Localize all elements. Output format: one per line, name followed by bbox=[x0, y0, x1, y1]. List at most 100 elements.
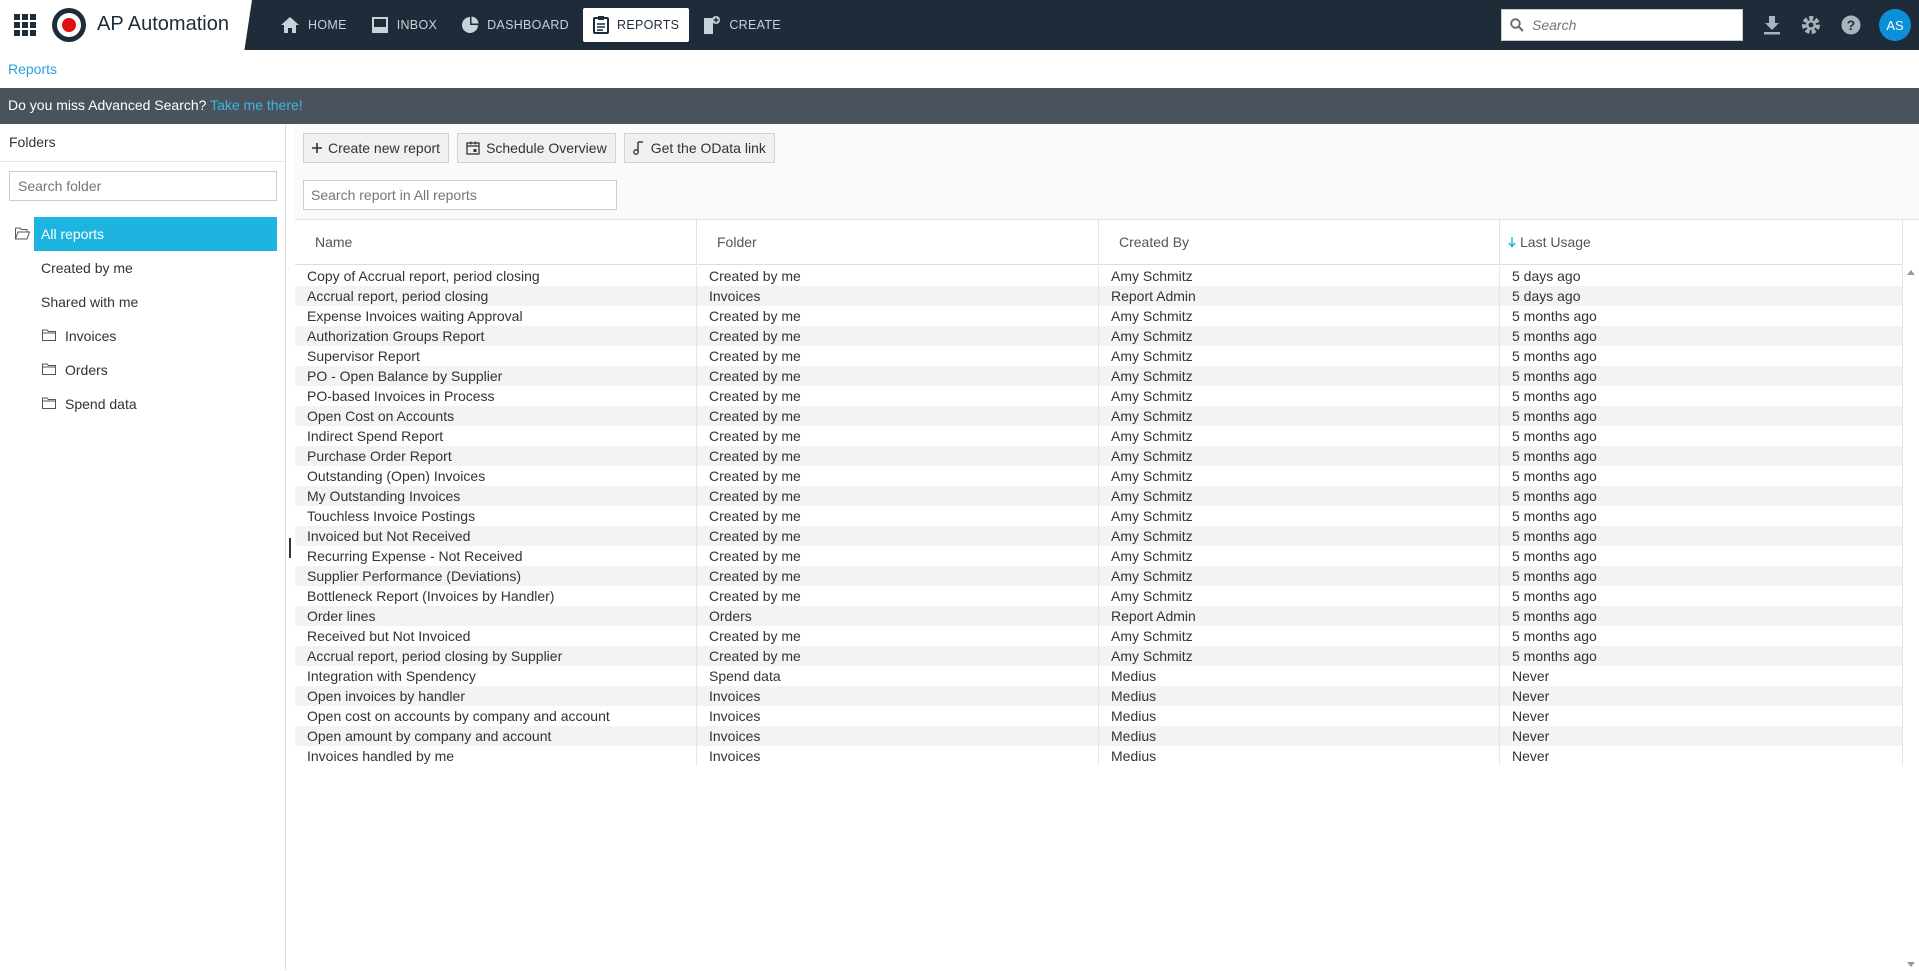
table-cell: Bottleneck Report (Invoices by Handler) bbox=[295, 586, 697, 606]
table-row[interactable]: Integration with Spendency Spend data Medi… bbox=[295, 666, 1903, 686]
table-cell: Supervisor Report bbox=[295, 346, 697, 366]
table-cell: Amy Schmitz bbox=[1099, 466, 1500, 486]
nav-inbox[interactable]: INBOX bbox=[361, 8, 447, 42]
nav-home[interactable]: HOME bbox=[270, 8, 357, 42]
scroll-up-icon[interactable] bbox=[1907, 270, 1915, 275]
table-row[interactable]: Purchase Order Report Created by me Amy Sc… bbox=[295, 446, 1903, 466]
table-row[interactable]: Received but Not Invoiced Created by me Am… bbox=[295, 626, 1903, 646]
global-search-input[interactable] bbox=[1532, 17, 1732, 33]
table-cell: Orders bbox=[697, 606, 1099, 626]
table-row[interactable]: Open invoices by handler Invoices Medius Ne… bbox=[295, 686, 1903, 706]
table-row[interactable]: Open cost on accounts by company and acc… bbox=[295, 706, 1903, 726]
table-cell: 5 days ago bbox=[1500, 266, 1903, 286]
table-row[interactable]: Supervisor Report Created by me Amy Schmit… bbox=[295, 346, 1903, 366]
nav-dashboard[interactable]: DASHBOARD bbox=[451, 8, 579, 42]
table-row[interactable]: Supplier Performance (Deviations) Created… bbox=[295, 566, 1903, 586]
table-row[interactable]: Touchless Invoice Postings Created by me A… bbox=[295, 506, 1903, 526]
breadcrumb[interactable]: Reports bbox=[8, 61, 57, 77]
column-header-folder[interactable]: Folder bbox=[697, 220, 1099, 264]
folder-orders[interactable]: Orders bbox=[0, 353, 286, 387]
column-header-last-usage[interactable]: Last Usage bbox=[1500, 220, 1903, 264]
table-cell: 5 months ago bbox=[1500, 346, 1903, 366]
table-cell: Invoices bbox=[697, 726, 1099, 746]
table-cell: Open cost on accounts by company and acc… bbox=[295, 706, 697, 726]
table-cell: Invoiced but Not Received bbox=[295, 526, 697, 546]
table-cell: 5 months ago bbox=[1500, 586, 1903, 606]
folder-created-by-me[interactable]: Created by me bbox=[0, 251, 286, 285]
table-row[interactable]: Accrual report, period closing Invoices Re… bbox=[295, 286, 1903, 306]
link-icon bbox=[632, 141, 643, 155]
table-body: Copy of Accrual report, period closing Cr… bbox=[295, 266, 1903, 766]
panel-splitter[interactable] bbox=[289, 538, 291, 558]
report-search-input[interactable] bbox=[303, 180, 617, 210]
create-report-button[interactable]: Create new report bbox=[303, 133, 450, 163]
table-row[interactable]: Open amount by company and account Invoic… bbox=[295, 726, 1903, 746]
table-cell: Medius bbox=[1099, 666, 1500, 686]
table-cell: Medius bbox=[1099, 686, 1500, 706]
table-row[interactable]: Bottleneck Report (Invoices by Handler) C… bbox=[295, 586, 1903, 606]
global-search[interactable] bbox=[1501, 9, 1743, 41]
table-cell: Recurring Expense - Not Received bbox=[295, 546, 697, 566]
table-cell: Created by me bbox=[697, 346, 1099, 366]
table-row[interactable]: Accrual report, period closing by Suppli… bbox=[295, 646, 1903, 666]
table-cell: Amy Schmitz bbox=[1099, 366, 1500, 386]
table-cell: Created by me bbox=[697, 446, 1099, 466]
table-cell: Amy Schmitz bbox=[1099, 386, 1500, 406]
table-cell: 5 months ago bbox=[1500, 386, 1903, 406]
folder-label: Orders bbox=[65, 362, 108, 378]
user-avatar[interactable]: AS bbox=[1879, 9, 1911, 41]
folder-spend-data[interactable]: Spend data bbox=[0, 387, 286, 421]
folder-invoices[interactable]: Invoices bbox=[0, 319, 286, 353]
table-row[interactable]: PO - Open Balance by Supplier Created by … bbox=[295, 366, 1903, 386]
table-cell: Amy Schmitz bbox=[1099, 266, 1500, 286]
table-cell: Created by me bbox=[697, 526, 1099, 546]
advanced-search-banner: Do you miss Advanced Search? Take me the… bbox=[0, 88, 1919, 124]
scroll-down-icon[interactable] bbox=[1907, 962, 1915, 967]
download-icon[interactable] bbox=[1760, 13, 1784, 37]
table-cell: Amy Schmitz bbox=[1099, 326, 1500, 346]
help-icon[interactable]: ? bbox=[1839, 13, 1863, 37]
table-cell: Spend data bbox=[697, 666, 1099, 686]
column-header-created-by[interactable]: Created By bbox=[1099, 220, 1500, 264]
table-cell: 5 days ago bbox=[1500, 286, 1903, 306]
table-cell: Accrual report, period closing by Suppli… bbox=[295, 646, 697, 666]
table-cell: 5 months ago bbox=[1500, 466, 1903, 486]
odata-link-button[interactable]: Get the OData link bbox=[623, 133, 775, 163]
column-label: Last Usage bbox=[1520, 234, 1591, 250]
nav-reports[interactable]: REPORTS bbox=[583, 8, 690, 42]
table-cell: Never bbox=[1500, 666, 1903, 686]
table-row[interactable]: Expense Invoices waiting Approval Created… bbox=[295, 306, 1903, 326]
table-cell: Amy Schmitz bbox=[1099, 626, 1500, 646]
app-logo bbox=[52, 8, 86, 42]
schedule-overview-button[interactable]: Schedule Overview bbox=[457, 133, 616, 163]
table-row[interactable]: Invoices handled by me Invoices Medius Neve… bbox=[295, 746, 1903, 766]
table-row[interactable]: Outstanding (Open) Invoices Created by me… bbox=[295, 466, 1903, 486]
folder-all-reports[interactable]: All reports bbox=[0, 217, 286, 251]
table-row[interactable]: My Outstanding Invoices Created by me Amy … bbox=[295, 486, 1903, 506]
nav-create[interactable]: CREATE bbox=[693, 8, 791, 42]
folder-search-input[interactable] bbox=[9, 171, 277, 201]
table-row[interactable]: Indirect Spend Report Created by me Amy Sc… bbox=[295, 426, 1903, 446]
table-row[interactable]: Order lines Orders Report Admin 5 months ag… bbox=[295, 606, 1903, 626]
table-row[interactable]: Copy of Accrual report, period closing Cr… bbox=[295, 266, 1903, 286]
top-bar: AP Automation HOME INBOX DASHBOARD REPOR… bbox=[0, 0, 1919, 50]
gear-icon[interactable] bbox=[1799, 13, 1823, 37]
table-cell: Outstanding (Open) Invoices bbox=[295, 466, 697, 486]
table-cell: 5 months ago bbox=[1500, 306, 1903, 326]
table-cell: 5 months ago bbox=[1500, 366, 1903, 386]
table-row[interactable]: PO-based Invoices in Process Created by m… bbox=[295, 386, 1903, 406]
table-cell: Created by me bbox=[697, 486, 1099, 506]
table-scrollbar[interactable] bbox=[1903, 266, 1919, 971]
table-row[interactable]: Recurring Expense - Not Received Created … bbox=[295, 546, 1903, 566]
banner-link[interactable]: Take me there! bbox=[210, 97, 303, 113]
column-header-name[interactable]: Name bbox=[295, 220, 697, 264]
table-row[interactable]: Open Cost on Accounts Created by me Amy Sc… bbox=[295, 406, 1903, 426]
app-grid-icon[interactable] bbox=[14, 14, 36, 36]
reports-table: Name Folder Created By Last Usage Copy o… bbox=[295, 219, 1919, 970]
table-cell: Copy of Accrual report, period closing bbox=[295, 266, 697, 286]
table-row[interactable]: Invoiced but Not Received Created by me Am… bbox=[295, 526, 1903, 546]
table-cell: Open invoices by handler bbox=[295, 686, 697, 706]
folder-shared-with-me[interactable]: Shared with me bbox=[0, 285, 286, 319]
folder-icon bbox=[42, 397, 56, 409]
table-row[interactable]: Authorization Groups Report Created by me… bbox=[295, 326, 1903, 346]
